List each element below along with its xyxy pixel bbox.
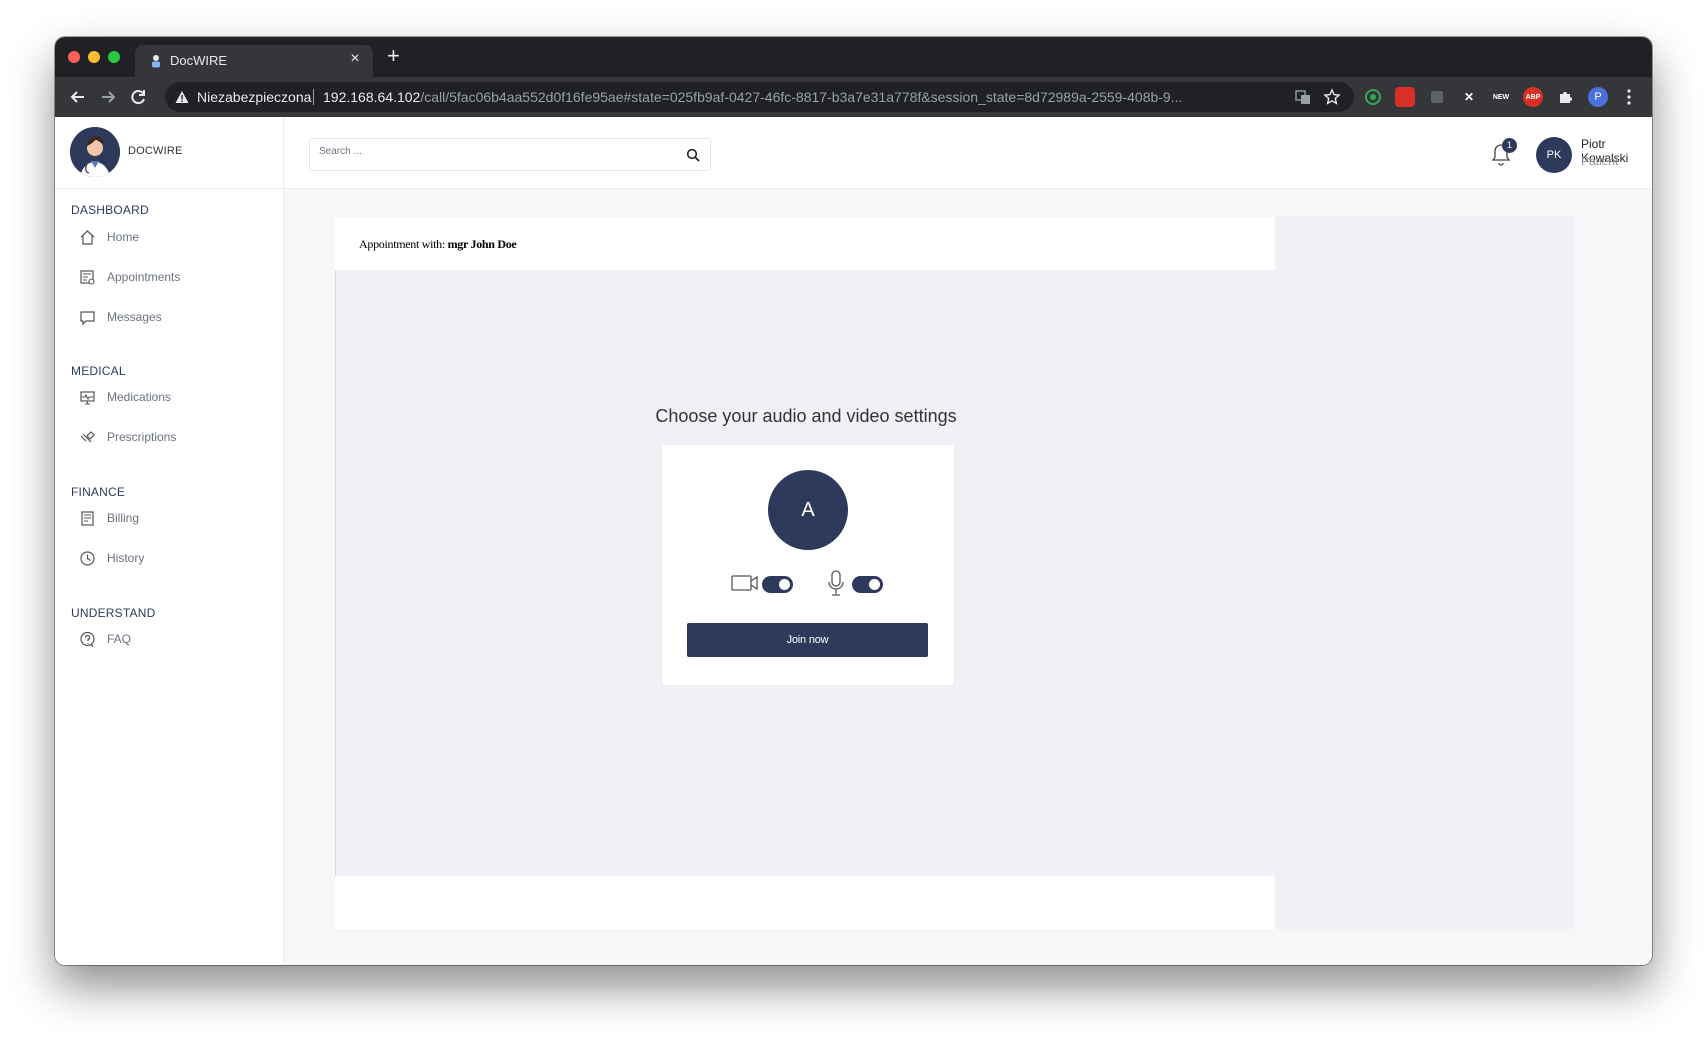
new-extension-icon[interactable]: NEW bbox=[1491, 87, 1511, 107]
top-header: 1 PK Piotr Kowalski Patient bbox=[284, 117, 1652, 189]
browser-menu-icon[interactable] bbox=[1619, 87, 1639, 107]
forward-arrow-icon[interactable] bbox=[97, 86, 119, 108]
red-extension-icon[interactable] bbox=[1395, 87, 1415, 107]
security-status[interactable]: Niezabezpieczona bbox=[197, 89, 311, 105]
sidebar-item-medications[interactable]: Medications bbox=[79, 385, 269, 411]
maximize-window-button[interactable] bbox=[108, 51, 120, 63]
doctor-logo-icon bbox=[70, 127, 120, 177]
warning-icon bbox=[175, 91, 189, 103]
translate-icon[interactable] bbox=[1294, 88, 1312, 106]
sidebar-item-billing[interactable]: Billing bbox=[79, 506, 269, 532]
notification-badge: 1 bbox=[1502, 138, 1517, 153]
appointments-icon bbox=[80, 270, 95, 285]
tab-title: DocWIRE bbox=[170, 53, 228, 68]
minimize-window-button[interactable] bbox=[88, 51, 100, 63]
camera-toggle[interactable] bbox=[762, 576, 793, 593]
history-icon bbox=[80, 551, 95, 566]
camera-icon bbox=[731, 575, 758, 591]
sidebar-item-appointments[interactable]: Appointments bbox=[79, 265, 269, 291]
docwire-favicon-icon bbox=[152, 55, 160, 68]
sidebar-item-label: FAQ bbox=[107, 632, 132, 646]
app-root: DOCWIRE DASHBOARD Home Appointments Mess… bbox=[55, 117, 1652, 965]
preview-avatar: A bbox=[768, 470, 848, 550]
circle-green-extension-icon[interactable] bbox=[1363, 87, 1383, 107]
new-tab-button[interactable]: + bbox=[387, 43, 400, 69]
browser-window: DocWIRE × + Niezabezpieczona 192.168.64.… bbox=[55, 37, 1652, 965]
faq-icon bbox=[80, 631, 95, 648]
home-icon bbox=[80, 230, 95, 245]
medications-icon bbox=[80, 391, 95, 405]
join-now-button[interactable]: Join now bbox=[687, 623, 928, 657]
brand-name: DOCWIRE bbox=[128, 145, 183, 157]
section-title-medical: MEDICAL bbox=[71, 364, 126, 378]
participants-panel bbox=[1275, 216, 1575, 929]
settings-title: Choose your audio and video settings bbox=[655, 406, 957, 426]
abp-extension-icon[interactable]: ABP bbox=[1523, 87, 1543, 107]
url-text[interactable]: 192.168.64.102/call/5fac06b4aa552d0f16fe… bbox=[323, 89, 1193, 105]
messages-icon bbox=[80, 311, 95, 326]
user-avatar[interactable]: PK bbox=[1536, 137, 1572, 173]
video-stage: Choose your audio and video settings A J… bbox=[335, 270, 1275, 876]
brand[interactable]: DOCWIRE bbox=[55, 117, 284, 189]
section-title-dashboard: DASHBOARD bbox=[71, 203, 149, 217]
dark-extension-icon[interactable] bbox=[1427, 87, 1447, 107]
tab-close-icon[interactable]: × bbox=[345, 50, 365, 68]
sidebar-item-home[interactable]: Home bbox=[79, 225, 269, 251]
section-title-understand: UNDERSTAND bbox=[71, 606, 156, 620]
sidebar-item-label: Messages bbox=[107, 310, 162, 324]
preview-card: A Join now bbox=[662, 445, 954, 685]
browser-toolbar: Niezabezpieczona 192.168.64.102/call/5fa… bbox=[55, 77, 1652, 117]
browser-tab[interactable]: DocWIRE × bbox=[135, 45, 373, 77]
url-path: /call/5fac06b4aa552d0f16fe95ae#state=025… bbox=[420, 89, 1183, 105]
sidebar-item-label: History bbox=[107, 551, 145, 565]
microphone-icon bbox=[828, 570, 844, 596]
address-divider bbox=[313, 89, 314, 105]
sidebar-item-label: Home bbox=[107, 230, 140, 244]
x-extension-icon[interactable]: ✕ bbox=[1459, 87, 1479, 107]
appointment-header: Appointment with: mgr John Doe bbox=[359, 237, 517, 252]
url-host: 192.168.64.102 bbox=[323, 89, 421, 105]
sidebar-item-prescriptions[interactable]: Prescriptions bbox=[79, 425, 269, 451]
billing-icon bbox=[81, 511, 94, 526]
sidebar-item-label: Appointments bbox=[107, 270, 181, 284]
sidebar-item-faq[interactable]: FAQ bbox=[79, 627, 269, 653]
section-title-finance: FINANCE bbox=[71, 485, 126, 499]
sidebar-item-history[interactable]: History bbox=[79, 546, 269, 572]
microphone-toggle[interactable] bbox=[852, 576, 883, 593]
bookmark-star-icon[interactable] bbox=[1323, 88, 1341, 106]
sidebar: DOCWIRE DASHBOARD Home Appointments Mess… bbox=[55, 117, 284, 965]
sidebar-item-messages[interactable]: Messages bbox=[79, 305, 269, 331]
sidebar-item-label: Prescriptions bbox=[107, 430, 177, 444]
appointment-doctor: mgr John Doe bbox=[447, 237, 517, 251]
back-arrow-icon[interactable] bbox=[67, 86, 89, 108]
search-box bbox=[309, 138, 711, 171]
prescriptions-icon bbox=[80, 431, 95, 443]
sidebar-item-label: Medications bbox=[107, 390, 172, 404]
notifications-button[interactable]: 1 bbox=[1488, 138, 1517, 168]
address-bar[interactable]: Niezabezpieczona 192.168.64.102/call/5fa… bbox=[165, 82, 1354, 112]
call-card: Appointment with: mgr John Doe Choose yo… bbox=[335, 217, 1275, 929]
sidebar-item-label: Billing bbox=[107, 511, 140, 525]
profile-avatar[interactable]: P bbox=[1588, 87, 1608, 107]
reload-icon[interactable] bbox=[127, 86, 149, 108]
search-input[interactable] bbox=[319, 146, 669, 157]
appointment-prefix: Appointment with: bbox=[359, 237, 445, 251]
user-role: Patient bbox=[1581, 154, 1619, 168]
puzzle-extensions-icon[interactable] bbox=[1555, 87, 1575, 107]
browser-tab-bar: DocWIRE × + bbox=[55, 37, 1652, 77]
search-icon[interactable] bbox=[686, 148, 700, 162]
close-window-button[interactable] bbox=[68, 51, 80, 63]
